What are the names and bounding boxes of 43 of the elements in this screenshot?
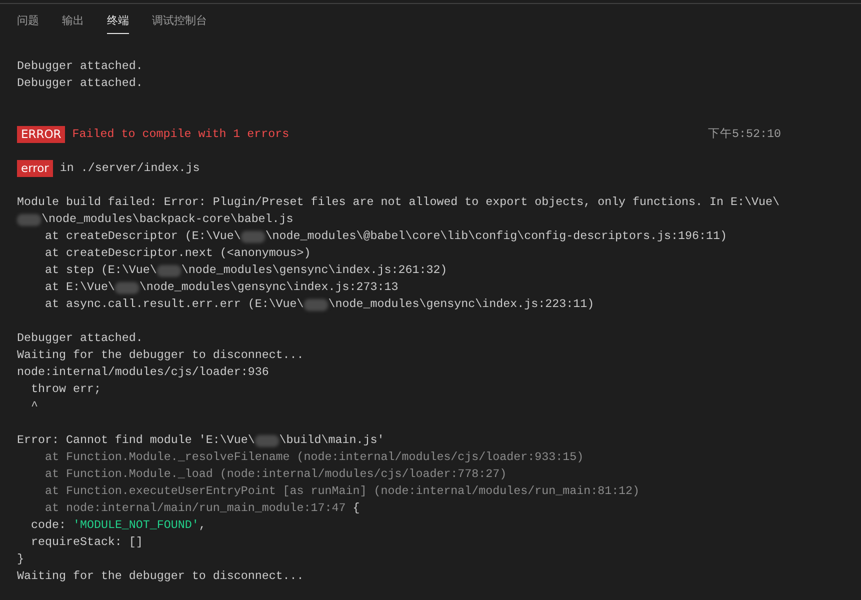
panel-tab[interactable]: 输出	[62, 4, 84, 34]
terminal-line: ^	[30, 398, 38, 415]
terminal-line: code: 'MODULE_NOT_FOUND',	[30, 517, 206, 534]
panel-tab[interactable]: 终端	[107, 4, 129, 34]
terminal-line: \node_modules\gensync\index.js:261:32)	[181, 262, 448, 279]
panel-tab[interactable]: 调试控制台	[152, 4, 207, 34]
redaction-blur	[254, 434, 280, 446]
terminal-line: requireStack: []	[30, 534, 143, 551]
terminal-line: Debugger attached.	[17, 75, 143, 92]
terminal-line: Waiting for the debugger to disconnect...	[17, 568, 304, 585]
terminal-line: Debugger attached.	[17, 58, 143, 75]
error-message: in ./server/index.js	[60, 160, 200, 177]
redaction-blur	[156, 264, 182, 276]
error-badge: error	[17, 160, 53, 177]
terminal-line: Module build failed: Error: Plugin/Preset files are not allowed to export objects, only functions. In E:\Vue\	[17, 194, 780, 211]
terminal-line: at step (E:\Vue\	[44, 262, 157, 279]
error-badge: ERROR	[17, 126, 66, 143]
terminal-line: Error: Cannot find module 'E:\Vue\	[17, 432, 255, 449]
terminal-line: throw err;	[30, 381, 101, 398]
terminal-line: at Function.executeUserEntryPoint [as runMain] (node:internal/modules/run_main:81:12)	[44, 483, 640, 500]
terminal-line: at Function.Module._resolveFilename (node:internal/modules/cjs/loader:933:15)	[44, 449, 584, 466]
error-message: Failed to compile with 1 errors	[72, 126, 290, 143]
terminal-line: \node_modules\gensync\index.js:223:11)	[328, 296, 594, 313]
terminal-line: }	[17, 551, 24, 568]
terminal-line: at Function.Module._load (node:internal/modules/cjs/loader:778:27)	[44, 466, 507, 483]
terminal-line: node:internal/modules/cjs/loader:936	[17, 364, 269, 381]
redaction-blur	[17, 214, 42, 226]
terminal-line: Debugger attached.	[17, 330, 143, 347]
terminal-line: at createDescriptor.next (<anonymous>)	[44, 245, 311, 262]
terminal-line: \node_modules\@babel\core\lib\config\config-descriptors.js:196:11)	[265, 228, 727, 245]
terminal-line: at createDescriptor (E:\Vue\	[44, 228, 241, 245]
redaction-blur	[304, 298, 328, 310]
terminal-line: Waiting for the debugger to disconnect...	[17, 347, 304, 364]
terminal-line: \node_modules\backpack-core\babel.js	[41, 211, 294, 228]
timestamp: 下午5:52:10	[708, 126, 781, 143]
terminal-line: at E:\Vue\	[44, 279, 115, 296]
terminal-line: at node:internal/main/run_main_module:17:47 {	[44, 500, 360, 517]
terminal-line: \build\main.js'	[279, 432, 384, 449]
terminal-line: at async.call.result.err.err (E:\Vue\	[44, 296, 304, 313]
redaction-blur	[114, 282, 140, 294]
panel-tab[interactable]: 问题	[17, 4, 39, 34]
terminal-line: \node_modules\gensync\index.js:273:13	[139, 279, 398, 296]
redaction-blur	[240, 230, 266, 242]
